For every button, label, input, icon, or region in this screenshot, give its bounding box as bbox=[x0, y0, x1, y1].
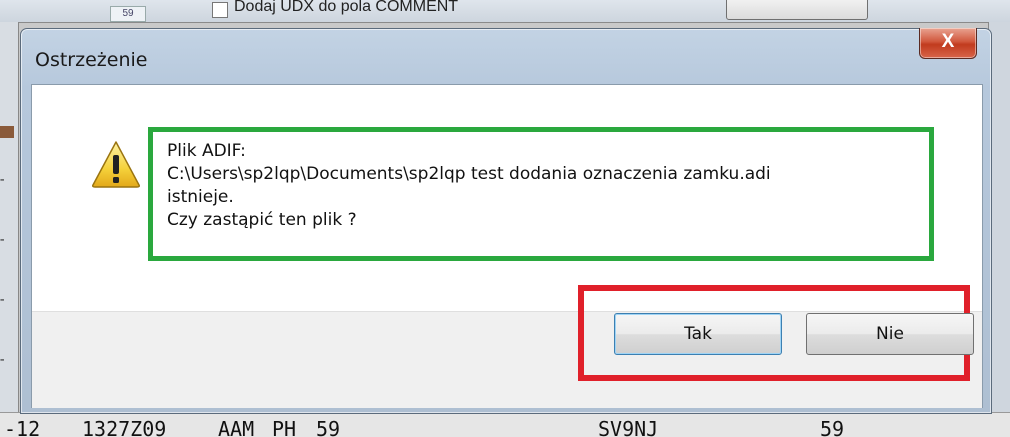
background-mark: - bbox=[0, 292, 6, 308]
background-button[interactable] bbox=[726, 0, 868, 20]
log-cell: SV9NJ bbox=[598, 417, 659, 437]
background-band bbox=[0, 126, 14, 138]
close-button[interactable]: X bbox=[919, 28, 977, 59]
message-line: Plik ADIF: bbox=[167, 141, 246, 161]
background-mark: - bbox=[0, 172, 6, 188]
yes-button[interactable]: Tak bbox=[614, 313, 782, 355]
dialog-titlebar[interactable]: Ostrzeżenie X bbox=[21, 28, 991, 79]
background-log-row: -12 1327Z09 AAM PH 59 SV9NJ 59 bbox=[0, 412, 1010, 437]
dialog-title: Ostrzeżenie bbox=[35, 49, 148, 71]
background-toolbar: 59 Dodaj UDX do pola COMMENT bbox=[0, 0, 1010, 23]
message-line: istnieje. bbox=[167, 187, 234, 207]
close-icon: X bbox=[941, 31, 955, 52]
log-cell: 59 bbox=[316, 417, 341, 437]
log-cell: 1327Z09 bbox=[82, 417, 167, 437]
log-cell: PH bbox=[272, 417, 297, 437]
log-cell: -12 bbox=[4, 417, 41, 437]
background-field: 59 bbox=[110, 6, 146, 22]
message-file-path: C:\Users\sp2lqp\Documents\sp2lqp test do… bbox=[167, 164, 771, 184]
background-mark: - bbox=[0, 232, 6, 248]
background-mark: - bbox=[0, 352, 6, 368]
warning-dialog: Ostrzeżenie X Plik ADIF: C:\Users\sp2lqp… bbox=[20, 28, 992, 414]
no-button[interactable]: Nie bbox=[806, 313, 974, 355]
background-checkbox[interactable] bbox=[212, 2, 228, 18]
log-cell: 59 bbox=[820, 417, 845, 437]
button-group-highlight: Tak Nie bbox=[578, 285, 974, 381]
background-left-panel: - - - - bbox=[0, 22, 19, 412]
warning-triangle-icon bbox=[92, 141, 140, 188]
message-question: Czy zastąpić ten plik ? bbox=[167, 210, 357, 230]
log-cell: AAM bbox=[218, 417, 255, 437]
warning-message: Plik ADIF: C:\Users\sp2lqp\Documents\sp2… bbox=[148, 127, 934, 261]
background-checkbox-label: Dodaj UDX do pola COMMENT bbox=[234, 0, 459, 15]
